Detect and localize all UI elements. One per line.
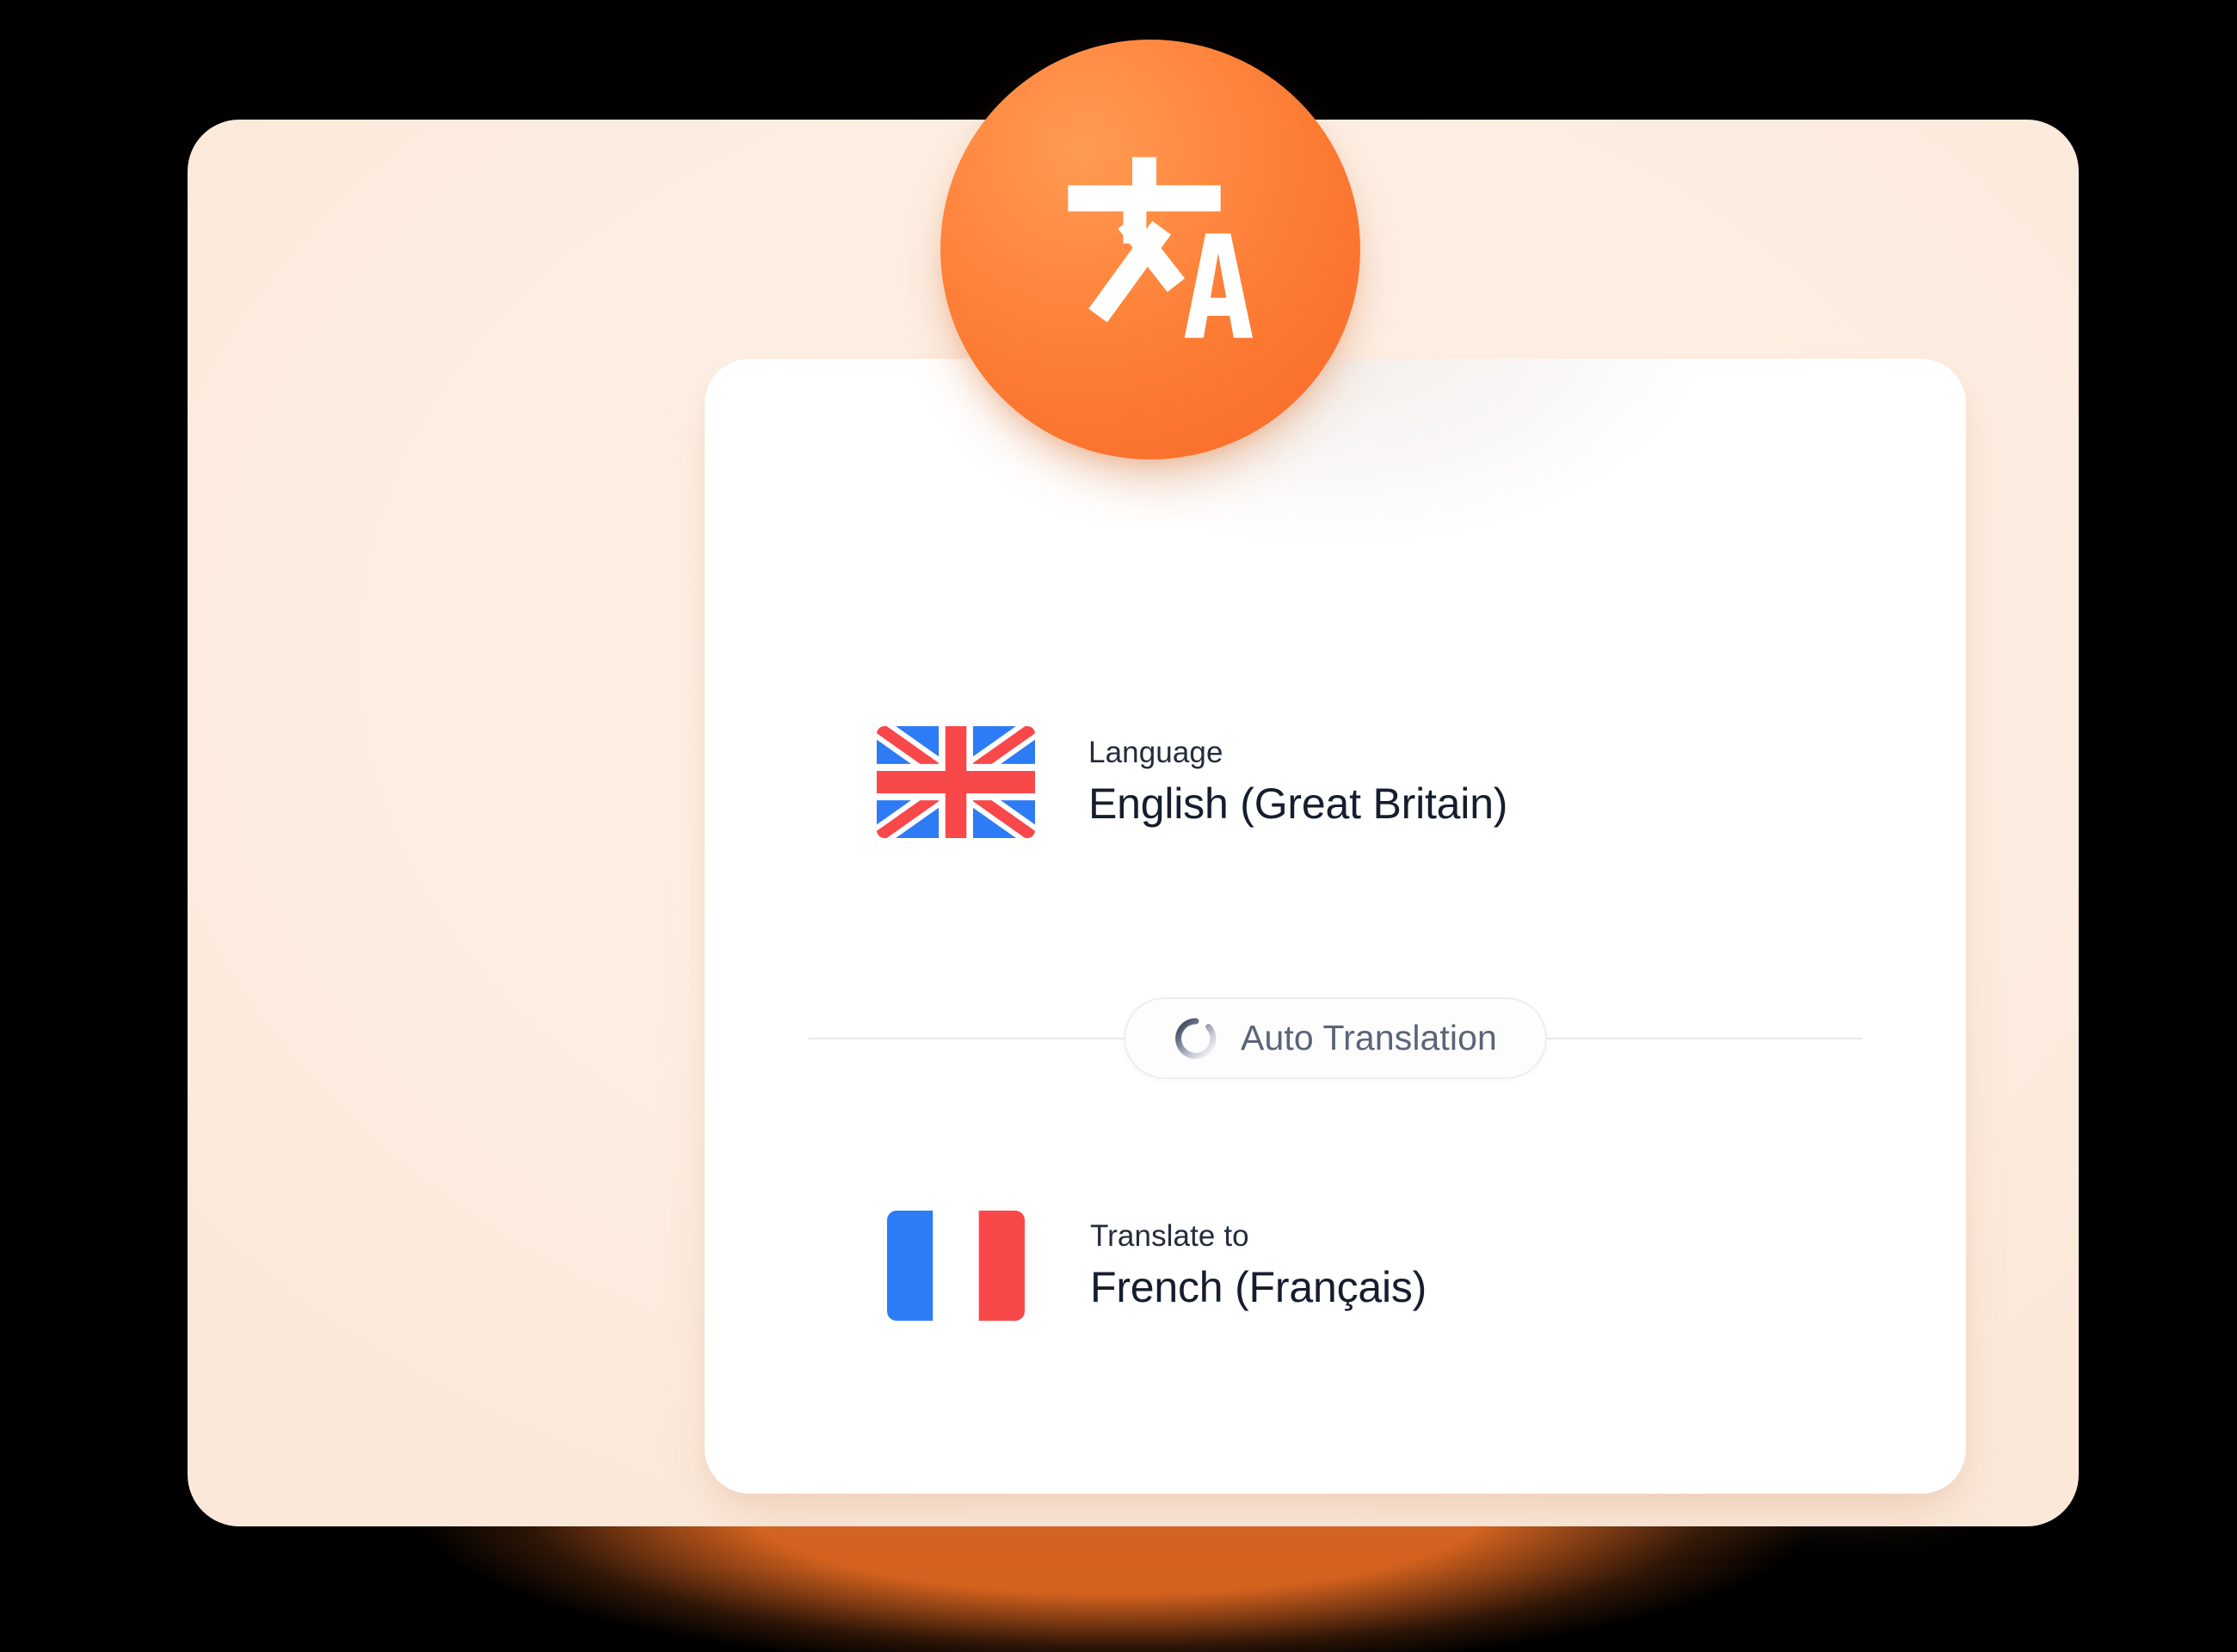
flag-france-svg (887, 1211, 1025, 1321)
translate-badge[interactable] (940, 40, 1360, 459)
auto-translation-toggle[interactable]: Auto Translation (1124, 997, 1547, 1079)
target-language-text: Translate to French (Français) (1090, 1218, 1427, 1312)
target-language-value: French (Français) (1090, 1262, 1427, 1311)
source-language-text: Language English (Great Britain) (1088, 735, 1507, 829)
translation-card: Language English (Great Britain) Auto Tr… (705, 359, 1966, 1494)
source-language-value: English (Great Britain) (1088, 779, 1508, 828)
flag-uk-svg (877, 726, 1035, 838)
source-language-row[interactable]: Language English (Great Britain) (877, 726, 1507, 838)
auto-translation-label: Auto Translation (1241, 1018, 1497, 1057)
spinner-icon (1175, 1017, 1217, 1059)
target-language-label: Translate to (1090, 1219, 1249, 1254)
target-language-row[interactable]: Translate to French (Français) (877, 1211, 1427, 1321)
source-language-label: Language (1088, 736, 1223, 770)
translate-icon (1068, 157, 1253, 338)
auto-translation-divider: Auto Translation (808, 997, 1863, 1079)
flag-france-icon (887, 1211, 1025, 1321)
flag-uk-icon (877, 726, 1035, 838)
screen-root: Language English (Great Britain) Auto Tr… (0, 0, 2237, 1652)
